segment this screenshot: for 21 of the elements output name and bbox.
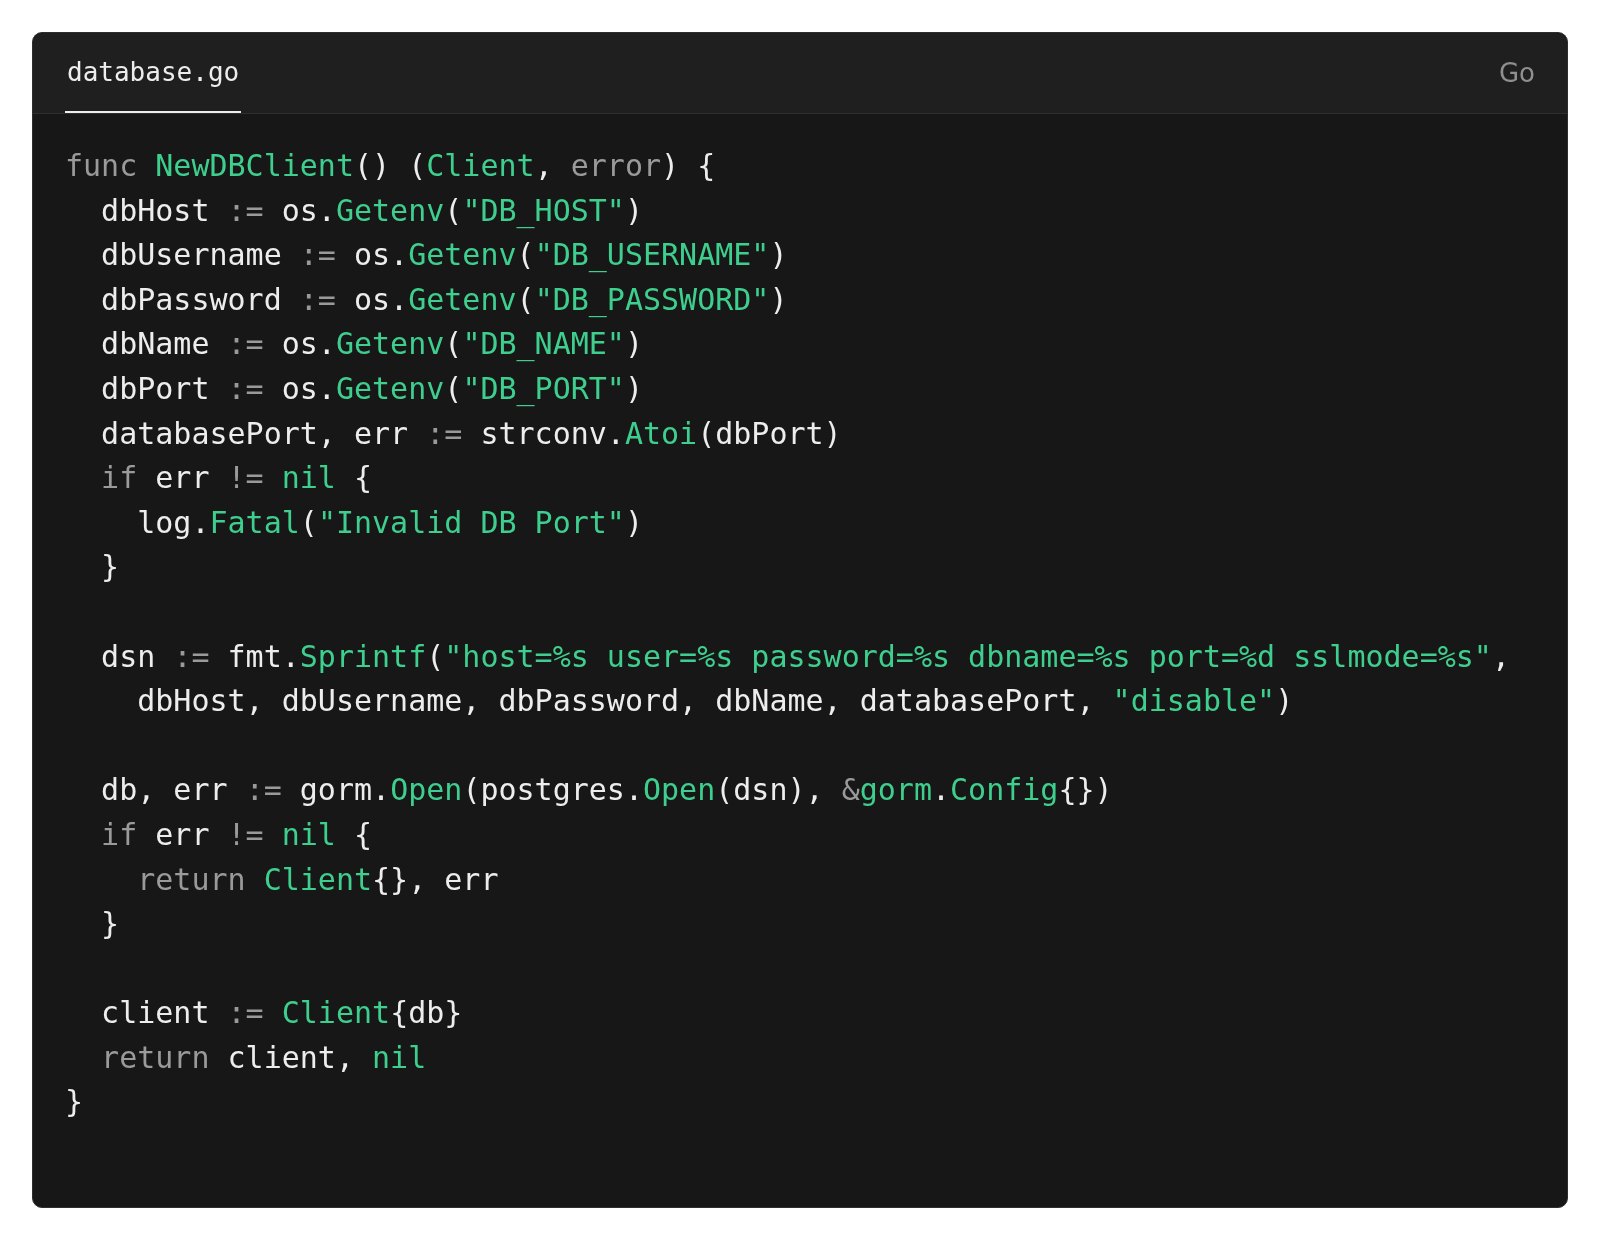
- code-line: if err != nil {: [100, 459, 373, 498]
- code-line: dbPort := os.Getenv("DB_PORT"): [100, 369, 643, 409]
- code-line: client := Client{db}: [100, 994, 463, 1033]
- code-line: dbHost := os.Getenv("DB_HOST"): [100, 191, 643, 231]
- code-line: log.Fatal("Invalid DB Port"): [136, 503, 643, 542]
- code-line: }: [100, 548, 120, 587]
- code-line: databasePort, err := strconv.Atoi(dbPort): [100, 414, 842, 453]
- code-line: db, err := gorm.Open(postgres.Open(dsn), &gorm.Config{}): [100, 771, 1113, 810]
- file-tab[interactable]: database.go: [65, 33, 242, 113]
- language-label: Go: [1498, 58, 1535, 88]
- code-line: if err != nil {: [100, 815, 373, 854]
- code-line: }: [100, 905, 120, 944]
- code-line: return Client{}, err: [136, 860, 499, 899]
- code-line: dbHost, dbUsername, dbPassword, dbName, databasePort, "disable"): [136, 682, 1294, 721]
- code-line: dsn := fmt.Sprintf("host=%s user=%s password=%s dbname=%s port=%d sslmode=%s",: [100, 637, 1510, 676]
- code-line: }: [65, 1083, 84, 1122]
- code-line: dbUsername := os.Getenv("DB_USERNAME"): [100, 236, 788, 275]
- code-line: dbPassword := os.Getenv("DB_PASSWORD"): [100, 280, 788, 320]
- code-line: return client, nil: [100, 1038, 427, 1077]
- code-line: dbName := os.Getenv("DB_NAME"): [100, 325, 643, 364]
- code-line: func NewDBClient() (Client, error) {: [65, 147, 716, 185]
